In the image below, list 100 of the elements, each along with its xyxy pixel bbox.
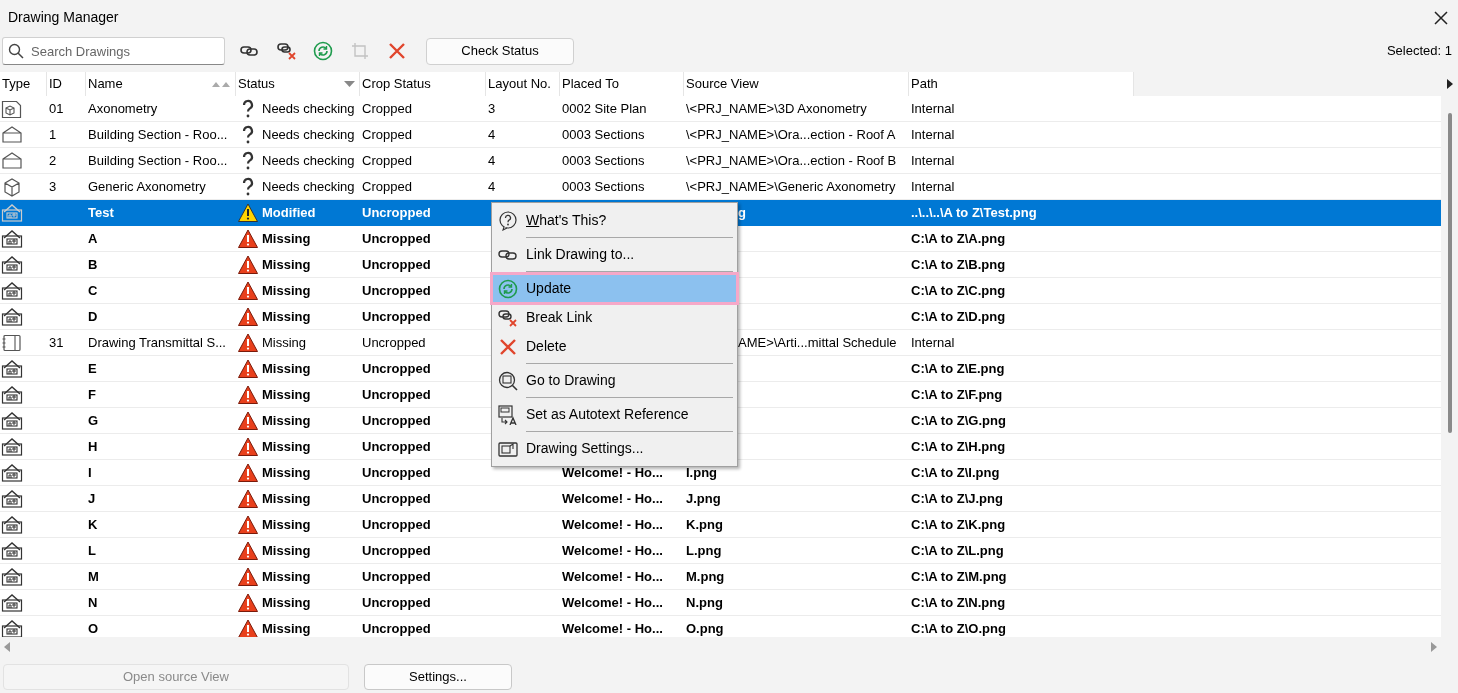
table-cell-text: C:\A to Z\A.png <box>911 229 1006 248</box>
table-cell-text: Welcome! - Ho... <box>562 619 663 637</box>
table-cell-text: \<PRJ_NAME>\Generic Axonometry <box>686 177 896 196</box>
table-cell-text: N <box>88 593 98 612</box>
table-cell-text: K <box>88 515 98 534</box>
table-cell-text: I.png <box>686 463 718 482</box>
table-cell-text: AME>\Arti...mittal Schedule <box>738 333 897 352</box>
table-cell-text: C:\A to Z\B.png <box>911 255 1006 274</box>
table-cell-text: Uncropped <box>362 567 431 586</box>
table-cell-text: C:\A to Z\K.png <box>911 515 1006 534</box>
table-cell-text: Uncropped <box>362 385 431 404</box>
table-cell-text: Welcome! - Ho... <box>562 567 663 586</box>
table-cell-text: Uncropped <box>362 411 431 430</box>
table-cell-text: Uncropped <box>362 489 431 508</box>
table-cell-text: 0002 Site Plan <box>562 99 647 118</box>
table-cell-text: Internal <box>911 333 955 352</box>
table-cell-text: G <box>88 411 99 430</box>
table-cell-text: Building Section - Roo... <box>88 151 228 170</box>
table-cell-text: 2 <box>49 151 57 170</box>
status-text: Missing <box>262 437 311 456</box>
table-cell-text: Uncropped <box>362 255 431 274</box>
table-cell-text: J <box>88 489 96 508</box>
table-cell-text: Welcome! - Ho... <box>562 541 663 560</box>
status-text: Needs checking <box>262 99 355 118</box>
table-cell-text: Internal <box>911 99 955 118</box>
status-text: Missing <box>262 567 311 586</box>
table-cell-text: Internal <box>911 177 955 196</box>
table-cell-text: 4 <box>488 177 496 196</box>
table-cell-text: L <box>88 541 96 560</box>
table-cell-text: L.png <box>686 541 722 560</box>
table-cell-text: Axonometry <box>88 99 158 118</box>
status-text: Missing <box>262 463 311 482</box>
status-text: Missing <box>262 255 311 274</box>
table-cell-text: C:\A to Z\L.png <box>911 541 1004 560</box>
status-text: Needs checking <box>262 151 355 170</box>
table-cell-text: C:\A to Z\O.png <box>911 619 1006 637</box>
table-cell-text: 3 <box>49 177 57 196</box>
table-cell-text: 4 <box>488 151 496 170</box>
table-cell-text: A <box>88 229 98 248</box>
table-cell-text: C:\A to Z\N.png <box>911 593 1006 612</box>
table-cell-text: C:\A to Z\M.png <box>911 567 1007 586</box>
status-text: Missing <box>262 359 311 378</box>
window-title: Drawing Manager <box>8 8 119 27</box>
table-cell-text: M.png <box>686 567 725 586</box>
table-cell-text: Cropped <box>362 125 412 144</box>
table-cell-text: C:\A to Z\E.png <box>911 359 1005 378</box>
table-cell-text: H <box>88 437 98 456</box>
table-cell-text: 3 <box>488 99 496 118</box>
table-cell-text: N.png <box>686 593 723 612</box>
status-text: Missing <box>262 229 311 248</box>
table-cell-text: C:\A to Z\H.png <box>911 437 1006 456</box>
status-text: Missing <box>262 593 311 612</box>
status-text: Modified <box>262 203 316 222</box>
table-cell-text: 4 <box>488 125 496 144</box>
table-cell-text: Uncropped <box>362 281 431 300</box>
table-cell-text: Uncropped <box>362 463 431 482</box>
table-cell-text: Welcome! - Ho... <box>562 489 663 508</box>
table-cell-text: Uncropped <box>362 307 431 326</box>
table-cell-text: J.png <box>686 489 721 508</box>
table-cell-text: C <box>88 281 98 300</box>
status-text: Missing <box>262 541 311 560</box>
table-cell-text: C:\A to Z\D.png <box>911 307 1006 326</box>
table-cell-text: B <box>88 255 98 274</box>
table-cell-text: E <box>88 359 97 378</box>
table-cell-text: 0003 Sections <box>562 151 645 170</box>
table-cell-text: 01 <box>49 99 64 118</box>
selected-count: Selected: 1 <box>1386 42 1452 61</box>
table-cell-text: Welcome! - Ho... <box>562 515 663 534</box>
table-cell-text: Uncropped <box>362 437 431 456</box>
table-cell-text: M <box>88 567 99 586</box>
table-cell-text: 31 <box>49 333 64 352</box>
table-cell-text: Drawing Transmittal S... <box>88 333 226 352</box>
table-cell-text: Internal <box>911 151 955 170</box>
table-cell-text: Welcome! - Ho... <box>562 593 663 612</box>
table-cell-text: \<PRJ_NAME>\Ora...ection - Roof B <box>686 151 897 170</box>
table-cell-text: O.png <box>686 619 724 637</box>
table-cell-text: Cropped <box>362 99 412 118</box>
status-text: Missing <box>262 411 311 430</box>
status-text: Needs checking <box>262 125 355 144</box>
table-cell-text: D <box>88 307 98 326</box>
table-cell-text: ..\..\..\A to Z\Test.png <box>911 203 1037 222</box>
table-cell-text: Internal <box>911 125 955 144</box>
status-text: Missing <box>262 385 311 404</box>
table-cell-text: 0003 Sections <box>562 177 645 196</box>
table-cell-text: C:\A to Z\J.png <box>911 489 1003 508</box>
table-cell-text: C:\A to Z\G.png <box>911 411 1006 430</box>
table-cell-text: I <box>88 463 92 482</box>
table-cell-text: \<PRJ_NAME>\Ora...ection - Roof A <box>686 125 896 144</box>
table-cell-text: Building Section - Roo... <box>88 125 228 144</box>
table-cell-text: F <box>88 385 96 404</box>
table-cell-text: Cropped <box>362 151 412 170</box>
table-cell-text: K.png <box>686 515 723 534</box>
status-text: Missing <box>262 619 311 637</box>
status-text: Missing <box>262 489 311 508</box>
table-cell-text: Uncropped <box>362 593 431 612</box>
table-cell-text: C:\A to Z\C.png <box>911 281 1006 300</box>
table-cell-text: Uncropped <box>362 541 431 560</box>
table-cell-text: C:\A to Z\I.png <box>911 463 1000 482</box>
table-cell-text: Cropped <box>362 177 412 196</box>
table-cell-text: Uncropped <box>362 333 426 352</box>
